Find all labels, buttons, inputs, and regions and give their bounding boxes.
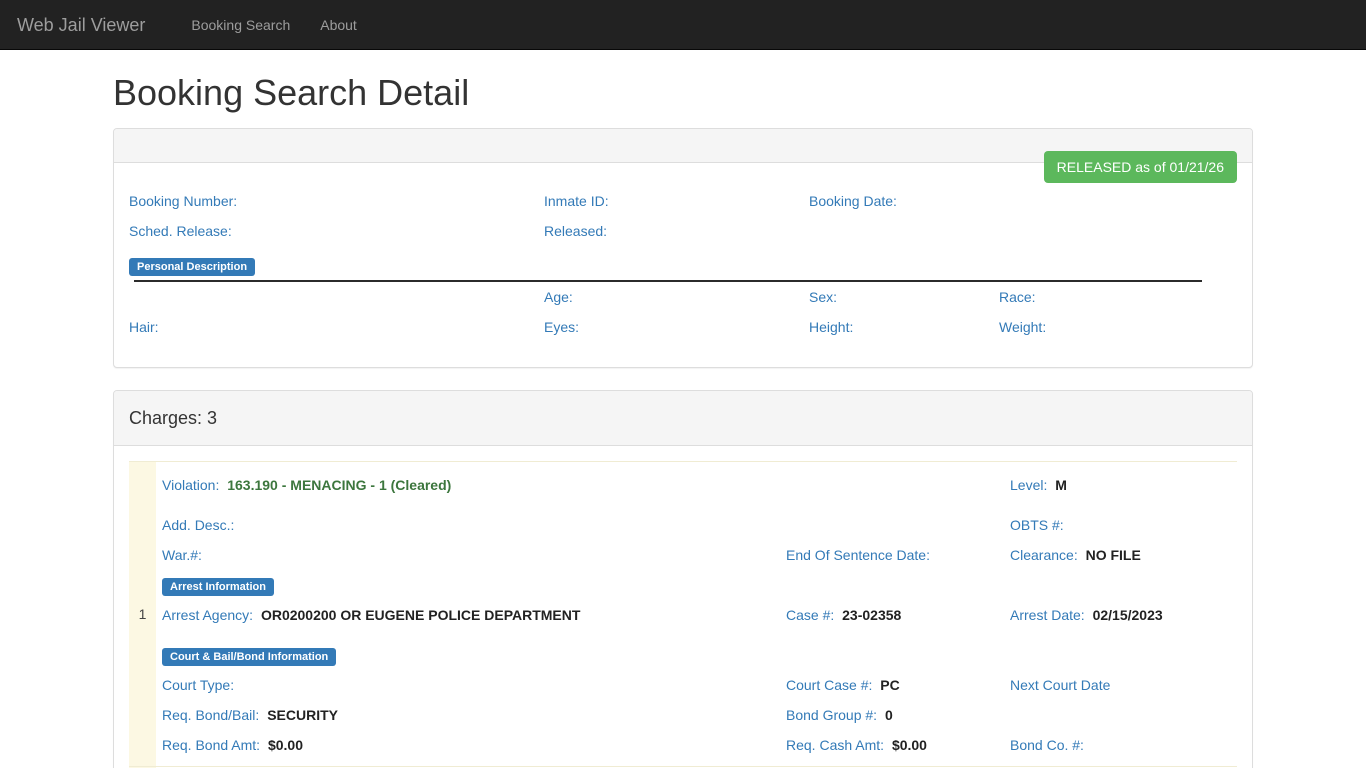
arrest-date-value: 02/15/2023: [1093, 607, 1163, 623]
race-label: Race:: [999, 289, 1036, 305]
req-bond-bail-label: Req. Bond/Bail:: [162, 707, 259, 723]
age-label: Age:: [544, 289, 573, 305]
arrest-date-label: Arrest Date:: [1010, 607, 1085, 623]
court-case-value: PC: [880, 677, 899, 693]
nav-link-booking-search[interactable]: Booking Search: [176, 0, 305, 50]
req-cash-amt-value: $0.00: [892, 737, 927, 753]
req-bond-amt-value: $0.00: [268, 737, 303, 753]
released-label: Released:: [544, 223, 607, 239]
inmate-id-label: Inmate ID:: [544, 193, 609, 209]
charges-panel-body: 1 Violation: 163.190 - MENACING - 1 (Cle…: [114, 446, 1252, 768]
height-label: Height:: [809, 319, 853, 335]
level-label: Level:: [1010, 477, 1047, 493]
sex-label: Sex:: [809, 289, 837, 305]
charge-1-number: 1: [129, 462, 156, 766]
court-type-label: Court Type:: [162, 677, 234, 693]
war-number-label: War.#:: [162, 547, 202, 563]
violation-value: 163.190 - MENACING - 1 (Cleared): [227, 477, 451, 493]
violation-label: Violation:: [162, 477, 219, 493]
case-number-value: 23-02358: [842, 607, 901, 623]
personal-description-section: Personal Description: [129, 257, 1237, 276]
charges-panel-heading: Charges: 3: [114, 391, 1252, 446]
req-cash-amt-label: Req. Cash Amt:: [786, 737, 884, 753]
hair-label: Hair:: [129, 319, 159, 335]
personal-description-badge: Personal Description: [129, 258, 255, 276]
nav-item-booking-search[interactable]: Booking Search: [176, 0, 305, 50]
personal-description-row-1: Age: Sex: Race:: [129, 282, 1237, 312]
charge-row-1: 1 Violation: 163.190 - MENACING - 1 (Cle…: [129, 461, 1237, 766]
booking-row-1: Booking Number: Inmate ID: Booking Date:: [129, 186, 1237, 216]
booking-panel-body: RELEASED as of 01/21/26 Booking Number: …: [114, 163, 1252, 367]
personal-description-row-2: Hair: Eyes: Height: Weight:: [129, 312, 1237, 342]
booking-row-2: Sched. Release: Released:: [129, 216, 1237, 246]
weight-label: Weight:: [999, 319, 1046, 335]
sched-release-label: Sched. Release:: [129, 223, 232, 239]
main-container: Booking Search Detail RELEASED as of 01/…: [113, 72, 1253, 768]
add-desc-label: Add. Desc.:: [162, 517, 234, 533]
booking-number-label: Booking Number:: [129, 193, 237, 209]
nav-link-about[interactable]: About: [305, 0, 372, 50]
page-title: Booking Search Detail: [113, 72, 1253, 114]
court-case-label: Court Case #:: [786, 677, 872, 693]
obts-label: OBTS #:: [1010, 517, 1064, 533]
case-number-label: Case #:: [786, 607, 834, 623]
nav-item-about[interactable]: About: [305, 0, 372, 50]
eyes-label: Eyes:: [544, 319, 579, 335]
clearance-value: NO FILE: [1086, 547, 1141, 563]
court-bail-bond-badge: Court & Bail/Bond Information: [162, 648, 336, 666]
bond-group-value: 0: [885, 707, 893, 723]
level-value: M: [1055, 477, 1067, 493]
bond-group-label: Bond Group #:: [786, 707, 877, 723]
navbar-menu: Booking Search About: [176, 0, 371, 50]
clearance-label: Clearance:: [1010, 547, 1078, 563]
arrest-agency-label: Arrest Agency:: [162, 607, 253, 623]
req-bond-bail-value: SECURITY: [267, 707, 338, 723]
next-court-date-label: Next Court Date: [1010, 677, 1110, 693]
req-bond-amt-label: Req. Bond Amt:: [162, 737, 260, 753]
top-navbar: Web Jail Viewer Booking Search About: [0, 0, 1366, 50]
charges-panel: Charges: 3 1 Violation: 163.190 - MENACI…: [113, 390, 1253, 768]
navbar-brand[interactable]: Web Jail Viewer: [0, 0, 160, 50]
arrest-information-badge: Arrest Information: [162, 578, 274, 596]
booking-date-label: Booking Date:: [809, 193, 897, 209]
released-status-badge: RELEASED as of 01/21/26: [1044, 151, 1237, 183]
end-of-sentence-label: End Of Sentence Date:: [786, 547, 930, 563]
booking-summary-panel: RELEASED as of 01/21/26 Booking Number: …: [113, 128, 1253, 368]
bond-co-label: Bond Co. #:: [1010, 737, 1084, 753]
arrest-agency-value: OR0200200 OR EUGENE POLICE DEPARTMENT: [261, 607, 580, 623]
